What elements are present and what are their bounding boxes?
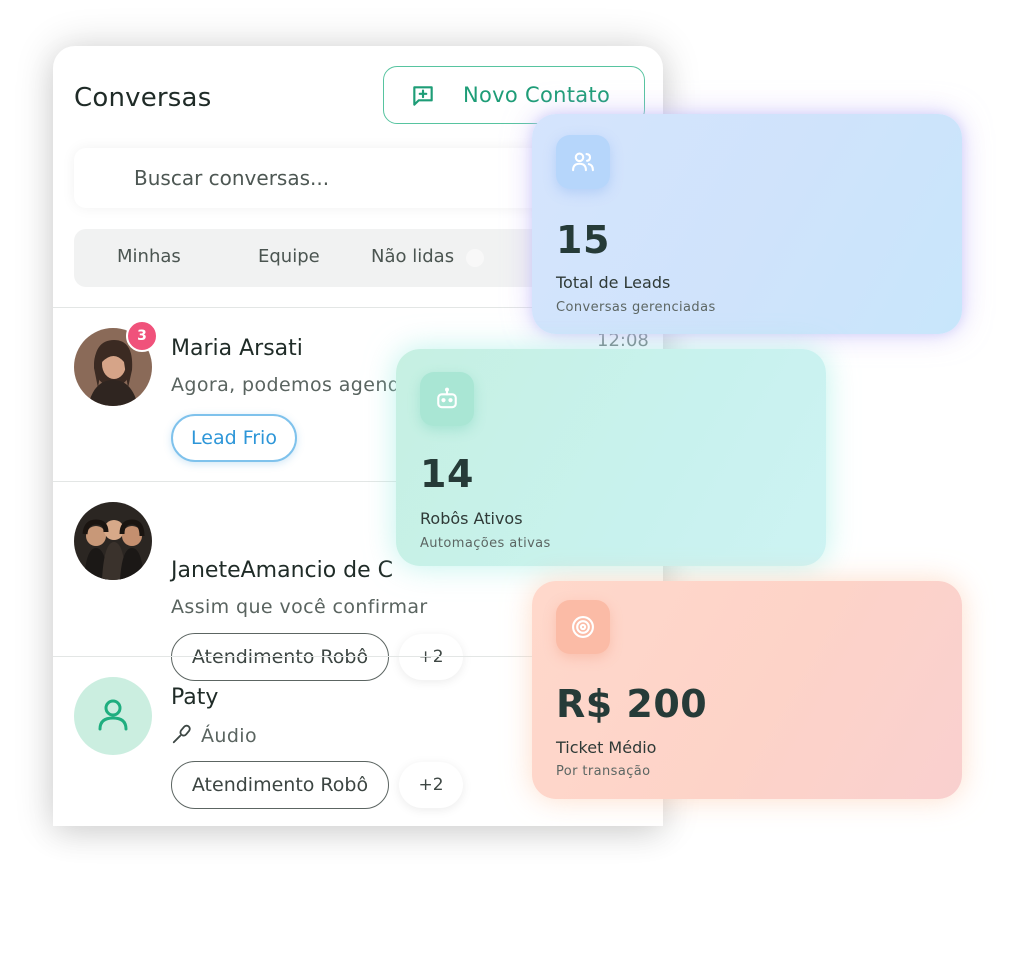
new-contact-label: Novo Contato [463, 83, 611, 107]
average-ticket-label: Ticket Médio [556, 738, 657, 757]
audio-label: Áudio [201, 725, 258, 747]
average-ticket-card: R$ 200 Ticket Médio Por transação [532, 581, 962, 799]
contact-name: JaneteAmancio de C [171, 558, 394, 583]
users-icon [556, 135, 610, 189]
active-robots-value: 14 [420, 452, 474, 496]
microphone-icon [172, 724, 191, 744]
search-input[interactable] [134, 161, 514, 195]
more-tags-button[interactable]: +2 [399, 762, 463, 808]
tab-equipe[interactable]: Equipe [258, 246, 320, 267]
message-preview: Áudio [171, 723, 257, 747]
message-preview: Agora, podemos agenda [171, 374, 413, 396]
message-preview: Assim que você confirmar [171, 596, 428, 618]
active-robots-card: 14 Robôs Ativos Automações ativas [396, 349, 826, 566]
contact-name: Maria Arsati [171, 336, 303, 361]
user-icon [98, 699, 128, 731]
total-leads-card: 15 Total de Leads Conversas gerenciadas [532, 114, 962, 334]
target-icon [556, 600, 610, 654]
tag-atendimento-robo[interactable]: Atendimento Robô [171, 761, 389, 809]
total-leads-label: Total de Leads [556, 273, 671, 292]
avatar [74, 677, 152, 755]
tab-minhas[interactable]: Minhas [117, 246, 181, 267]
active-robots-label: Robôs Ativos [420, 509, 523, 528]
new-message-icon [413, 86, 433, 106]
tag-lead-frio[interactable]: Lead Frio [171, 414, 297, 462]
unread-dot [466, 249, 484, 267]
average-ticket-value: R$ 200 [556, 682, 708, 726]
page-title: Conversas [74, 83, 212, 113]
tab-nao-lidas[interactable]: Não lidas [371, 246, 454, 267]
avatar [74, 502, 152, 580]
robot-icon [420, 372, 474, 426]
total-leads-value: 15 [556, 218, 610, 262]
unread-badge: 3 [126, 320, 158, 352]
contact-name: Paty [171, 685, 219, 710]
average-ticket-sub: Por transação [556, 764, 651, 779]
total-leads-sub: Conversas gerenciadas [556, 300, 716, 315]
active-robots-sub: Automações ativas [420, 536, 551, 551]
